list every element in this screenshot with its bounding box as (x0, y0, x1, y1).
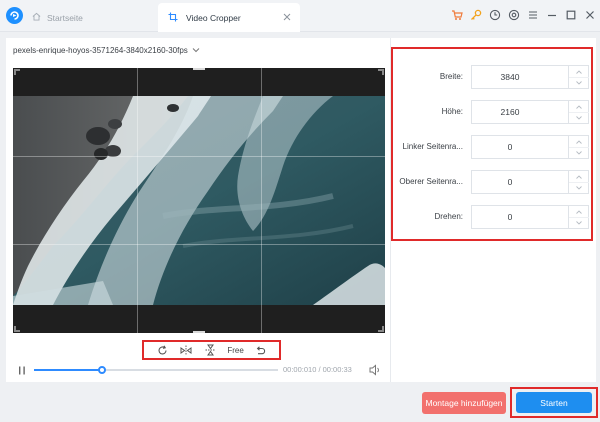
maximize-icon[interactable] (564, 8, 577, 21)
aspect-ratio-free[interactable]: Free (227, 346, 243, 355)
add-montage-button[interactable]: Montage hinzufügen (422, 392, 506, 414)
rotate-input[interactable]: 0 (471, 205, 569, 229)
height-field: Höhe: 2160 (393, 100, 591, 124)
cart-icon[interactable] (450, 8, 463, 21)
field-label: Drehen: (434, 212, 463, 221)
file-selector[interactable]: pexels-enrique-hoyos-3571264-3840x2160-3… (13, 46, 200, 55)
crop-icon (168, 12, 178, 24)
tab-startseite[interactable]: Startseite (26, 3, 158, 32)
field-label: Linker Seitenra... (402, 142, 463, 151)
crop-handle-top[interactable] (193, 68, 205, 70)
crop-handle-top-left[interactable] (14, 69, 20, 75)
minimize-icon[interactable] (545, 8, 558, 21)
decrement-icon[interactable] (569, 147, 589, 159)
start-button-highlight: Starten (510, 387, 598, 418)
height-spinner (569, 100, 589, 124)
crop-settings-box: Breite: 3840 Höhe: 2160 Linker Seitenra.… (391, 47, 593, 241)
grid-line (261, 68, 262, 333)
tab-close-icon[interactable] (282, 12, 292, 22)
grid-line (13, 244, 385, 245)
grid-line (137, 68, 138, 333)
progress-fill (34, 369, 103, 371)
progress-track[interactable] (34, 366, 278, 374)
settings-panel: Breite: 3840 Höhe: 2160 Linker Seitenra.… (390, 38, 596, 382)
crop-handle-bottom-left[interactable] (14, 326, 20, 332)
video-frame (13, 96, 385, 305)
chevron-down-icon (192, 46, 200, 55)
field-label: Höhe: (441, 107, 463, 116)
decrement-icon[interactable] (569, 112, 589, 124)
tab-video-cropper[interactable]: Video Cropper (158, 3, 300, 32)
rotate-field: Drehen: 0 (393, 205, 591, 229)
undo-icon[interactable] (254, 343, 268, 357)
decrement-icon[interactable] (569, 217, 589, 229)
top-margin-spinner (569, 170, 589, 194)
crop-handle-bottom[interactable] (193, 331, 205, 333)
progress-thumb[interactable] (98, 366, 107, 374)
crop-handle-bottom-right[interactable] (378, 326, 384, 332)
grid-line (13, 156, 385, 157)
playback-bar: 00:00:010 / 00:00:33 (6, 360, 390, 382)
width-field: Breite: 3840 (393, 65, 591, 89)
width-input[interactable]: 3840 (471, 65, 569, 89)
height-input[interactable]: 2160 (471, 100, 569, 124)
flip-vertical-icon[interactable] (203, 343, 217, 357)
rotate-spinner (569, 205, 589, 229)
crop-area[interactable] (13, 68, 385, 333)
rotate-icon[interactable] (155, 343, 169, 357)
title-bar: Startseite Video Cropper (0, 0, 600, 32)
preview-panel: pexels-enrique-hoyos-3571264-3840x2160-3… (6, 38, 390, 382)
flip-horizontal-icon[interactable] (179, 343, 193, 357)
left-margin-input[interactable]: 0 (471, 135, 569, 159)
close-icon[interactable] (583, 8, 596, 21)
top-margin-input[interactable]: 0 (471, 170, 569, 194)
top-margin-field: Oberer Seitenra... 0 (393, 170, 591, 194)
tab-label: Startseite (47, 12, 83, 23)
volume-icon[interactable] (369, 364, 383, 377)
crop-handle-top-right[interactable] (378, 69, 384, 75)
field-label: Oberer Seitenra... (399, 177, 463, 186)
key-icon[interactable] (469, 8, 482, 21)
left-margin-spinner (569, 135, 589, 159)
decrement-icon[interactable] (569, 77, 589, 89)
menu-icon[interactable] (526, 8, 539, 21)
crop-tools-toolbar: Free (142, 340, 281, 360)
clock-icon[interactable] (488, 8, 501, 21)
app-logo-icon (6, 7, 23, 24)
settings-icon[interactable] (507, 8, 520, 21)
width-spinner (569, 65, 589, 89)
file-name: pexels-enrique-hoyos-3571264-3840x2160-3… (13, 46, 188, 55)
time-display: 00:00:010 / 00:00:33 (283, 365, 352, 374)
home-icon (32, 12, 41, 23)
decrement-icon[interactable] (569, 182, 589, 194)
tab-label: Video Cropper (186, 12, 241, 23)
pause-icon[interactable] (18, 366, 26, 375)
field-label: Breite: (439, 72, 463, 81)
start-button[interactable]: Starten (516, 392, 592, 413)
left-margin-field: Linker Seitenra... 0 (393, 135, 591, 159)
